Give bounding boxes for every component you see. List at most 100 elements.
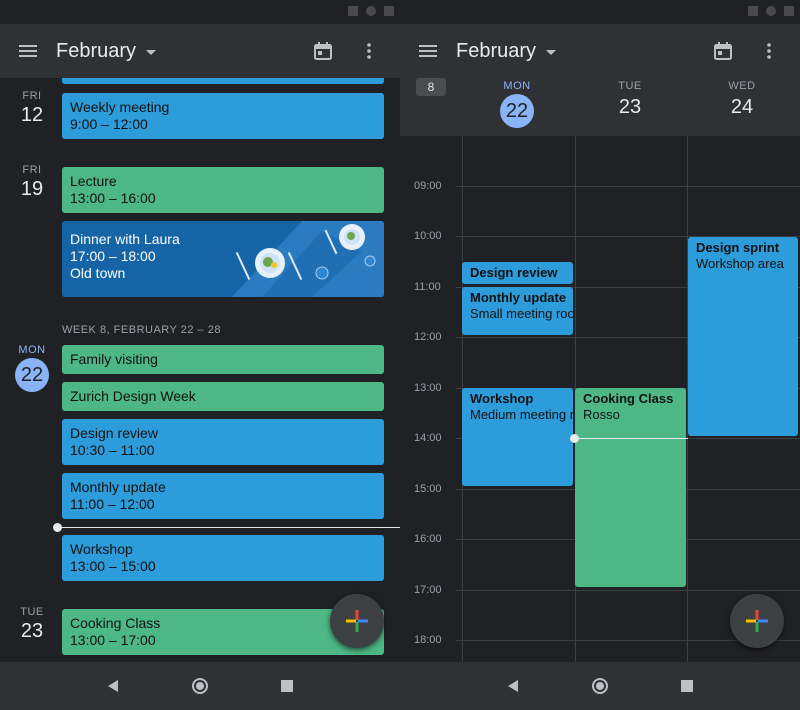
day-of-week: TUE — [618, 80, 642, 92]
signal-icon — [348, 6, 358, 16]
event-monthly-update[interactable]: Monthly update Small meeting room — [462, 287, 573, 335]
hour-line — [456, 590, 800, 591]
week-header: WEEK 8, FEBRUARY 22 – 28 — [62, 324, 221, 336]
event-family-visiting[interactable]: Family visiting — [62, 345, 384, 374]
event-location: Medium meeting room — [470, 407, 573, 422]
month-selector[interactable]: February — [456, 39, 557, 63]
hour-label: 14:00 — [414, 432, 442, 444]
back-icon[interactable] — [98, 671, 128, 701]
current-time-line — [57, 527, 400, 528]
day-of-week: FRI — [22, 90, 42, 102]
hour-label: 16:00 — [414, 533, 442, 545]
month-title: February — [456, 39, 537, 62]
back-icon[interactable] — [498, 671, 528, 701]
day-label: TUE 23 — [12, 606, 52, 643]
event-location: Workshop area — [696, 256, 784, 271]
week-day-header: 8 MON 22 TUE 23 WED 24 — [400, 78, 800, 136]
signal-icon — [748, 6, 758, 16]
system-nav-bar — [0, 662, 400, 710]
recents-icon[interactable] — [272, 671, 302, 701]
today-badge: 22 — [15, 358, 49, 392]
event-title: Lecture — [70, 173, 117, 189]
more-vert-icon[interactable] — [346, 24, 392, 78]
app-bar: February — [0, 24, 400, 78]
event-location: Rosso — [583, 407, 620, 422]
event-dinner-with-laura[interactable]: Dinner with Laura 17:00 – 18:00 Old town — [62, 221, 384, 297]
hour-label: 13:00 — [414, 382, 442, 394]
day-column-header[interactable]: TUE 23 — [574, 78, 686, 119]
day-of-week: MON — [503, 80, 531, 92]
status-bar — [400, 0, 800, 24]
day-column-header[interactable]: WED 24 — [686, 78, 798, 119]
home-icon[interactable] — [585, 671, 615, 701]
event-time: 9:00 – 12:00 — [70, 116, 148, 132]
add-icon — [746, 610, 768, 632]
more-vert-icon[interactable] — [746, 24, 792, 78]
event-time: 13:00 – 17:00 — [70, 632, 156, 648]
add-event-button[interactable] — [730, 594, 784, 648]
event-weekly-meeting[interactable]: Weekly meeting 9:00 – 12:00 — [62, 93, 384, 139]
day-column-header-today[interactable]: MON 22 — [461, 78, 573, 128]
event-zurich-design-week[interactable]: Zurich Design Week — [62, 382, 384, 411]
event-workshop[interactable]: Workshop Medium meeting room — [462, 388, 573, 486]
event-title: Family visiting — [70, 351, 158, 367]
event-title: Monthly update — [70, 479, 166, 495]
hour-label: 10:00 — [414, 230, 442, 242]
recents-icon[interactable] — [672, 671, 702, 701]
event-location: Small meeting room — [470, 306, 573, 321]
event-workshop[interactable]: Workshop 13:00 – 15:00 — [62, 535, 384, 581]
time-grid[interactable]: 09:00 10:00 11:00 12:00 13:00 14:00 15:0… — [400, 136, 800, 662]
event-time: 13:00 – 15:00 — [70, 558, 156, 574]
status-bar — [0, 0, 400, 24]
hour-label: 18:00 — [414, 634, 442, 646]
month-title: February — [56, 39, 137, 62]
day-of-week: MON — [18, 344, 46, 356]
schedule-screen: February FRI 12 Weekly meeting 9:00 – 12… — [0, 0, 400, 710]
three-day-screen: February 8 MON 22 TUE 23 WED 24 09:00 10… — [400, 0, 800, 710]
day-label-today: MON 22 — [12, 344, 52, 392]
wifi-icon — [366, 6, 376, 16]
current-time-line — [574, 438, 688, 439]
calendar-today-icon[interactable] — [300, 24, 346, 78]
hour-label: 09:00 — [414, 180, 442, 192]
event-time: 11:00 – 12:00 — [70, 496, 155, 512]
battery-icon — [384, 6, 394, 16]
day-label: FRI 12 — [12, 90, 52, 127]
day-number: 23 — [20, 620, 44, 642]
wifi-icon — [766, 6, 776, 16]
event-title: Dinner with Laura — [70, 231, 180, 247]
day-number: 19 — [20, 178, 44, 200]
week-number-badge: 8 — [416, 78, 446, 96]
event-lecture[interactable]: Lecture 13:00 – 16:00 — [62, 167, 384, 213]
day-number: 12 — [20, 104, 44, 126]
calendar-today-icon[interactable] — [700, 24, 746, 78]
event-title: Workshop — [70, 541, 133, 557]
schedule-list[interactable]: FRI 12 Weekly meeting 9:00 – 12:00 FRI 1… — [0, 78, 400, 662]
event-title: Monthly update — [470, 290, 567, 305]
day-of-week: WED — [728, 80, 756, 92]
menu-icon[interactable] — [400, 24, 456, 78]
add-event-button[interactable] — [330, 594, 384, 648]
day-number: 24 — [730, 96, 754, 118]
event-design-review[interactable]: Design review 10:30 – 11:00 — [62, 419, 384, 465]
system-nav-bar — [400, 662, 800, 710]
day-of-week: FRI — [22, 164, 42, 176]
month-selector[interactable]: February — [56, 39, 157, 63]
home-icon[interactable] — [185, 671, 215, 701]
event-title: Workshop — [470, 391, 534, 406]
event-partial[interactable] — [62, 78, 384, 84]
app-bar: February — [400, 24, 800, 78]
hour-line — [456, 186, 800, 187]
event-monthly-update[interactable]: Monthly update 11:00 – 12:00 — [62, 473, 384, 519]
event-design-sprint[interactable]: Design sprint Workshop area — [688, 237, 798, 436]
event-title: Zurich Design Week — [70, 388, 196, 404]
event-design-review[interactable]: Design review — [462, 262, 573, 284]
event-title: Design review — [470, 265, 558, 280]
event-cooking-class[interactable]: Cooking Class Rosso — [575, 388, 686, 587]
chevron-down-icon — [546, 49, 557, 55]
menu-icon[interactable] — [0, 24, 56, 78]
battery-icon — [784, 6, 794, 16]
event-title: Weekly meeting — [70, 99, 170, 115]
day-label: FRI 19 — [12, 164, 52, 201]
day-number: 23 — [618, 96, 642, 118]
